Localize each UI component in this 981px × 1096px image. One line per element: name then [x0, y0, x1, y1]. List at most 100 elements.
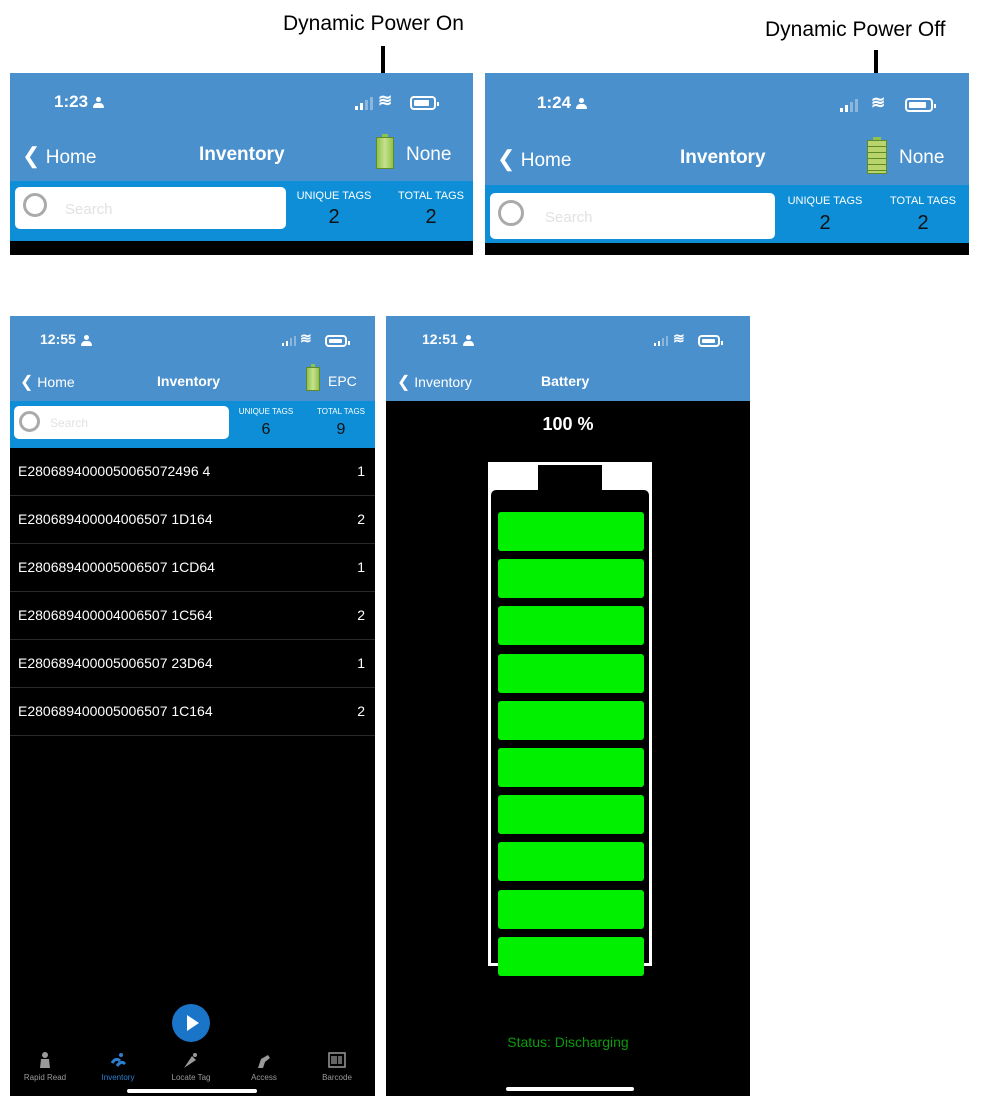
person-icon — [93, 97, 105, 109]
tab-access[interactable]: Access — [229, 1051, 299, 1082]
caption-power-on: Dynamic Power On — [283, 12, 464, 35]
tag-row[interactable]: E280689400005006507 1CD64 1 — [10, 544, 375, 592]
tag-count: 2 — [357, 511, 365, 527]
signal-icon — [654, 336, 668, 346]
tag-count: 1 — [357, 463, 365, 479]
chevron-left-icon: ❮ — [497, 146, 516, 171]
tag-epc: E280689400005006507 1C164 — [18, 703, 213, 719]
tag-row[interactable]: E280689400004006507 1D164 2 — [10, 496, 375, 544]
signal-icon — [282, 336, 296, 346]
dynamic-power-battery-icon[interactable] — [306, 364, 320, 391]
total-tags-count: 2 — [917, 212, 929, 234]
dynamic-power-off-battery-icon[interactable] — [867, 137, 887, 174]
unique-tags-count: 6 — [261, 421, 271, 438]
status-battery-icon — [905, 98, 936, 112]
memory-bank-label[interactable]: EPC — [328, 373, 357, 389]
tag-row[interactable]: E280689400005006507 1C164 2 — [10, 688, 375, 736]
tab-locate-tag[interactable]: Locate Tag — [156, 1051, 226, 1082]
back-button[interactable]: ❮ Home — [20, 372, 75, 392]
home-indicator — [506, 1087, 634, 1091]
dynamic-power-on-battery-icon[interactable] — [376, 134, 394, 169]
search-strip: Search UNIQUE TAGS TOTAL TAGS 6 9 — [10, 401, 375, 448]
screenshot-power-off: 1:24 ≋ ❮ Home Inventory None Search UNIQ… — [485, 73, 969, 255]
back-button[interactable]: ❮ Inventory — [397, 372, 472, 392]
battery-percent: 100 % — [542, 414, 594, 434]
battery-cell — [498, 700, 644, 740]
tag-epc: E2806894000050065072496 4 — [18, 463, 211, 479]
tag-row[interactable]: E280689400004006507 1C564 2 — [10, 592, 375, 640]
tab-barcode[interactable]: Barcode — [302, 1051, 372, 1082]
person-icon — [576, 98, 588, 110]
rapid-read-icon — [40, 1052, 50, 1068]
battery-body — [491, 490, 649, 976]
memory-bank-label[interactable]: None — [406, 144, 451, 166]
total-tags-count: 2 — [425, 206, 437, 228]
total-tags-label: TOTAL TAGS — [397, 190, 465, 202]
tag-count: 2 — [357, 703, 365, 719]
memory-bank-label[interactable]: None — [899, 147, 944, 169]
tag-row[interactable]: E280689400005006507 23D64 1 — [10, 640, 375, 688]
nav-bar: 12:51 ≋ ❮ Inventory Battery — [386, 316, 750, 401]
play-button[interactable] — [172, 1004, 210, 1042]
status-time: 12:55 — [40, 331, 92, 347]
search-placeholder: Search — [65, 201, 113, 218]
total-tags-label: TOTAL TAGS — [889, 195, 957, 207]
search-placeholder: Search — [50, 416, 89, 430]
search-input[interactable]: Search — [15, 187, 286, 229]
tag-epc: E280689400004006507 1C564 — [18, 607, 213, 623]
total-tags-label: TOTAL TAGS — [316, 407, 365, 416]
search-icon — [498, 200, 524, 226]
search-strip: Search UNIQUE TAGS TOTAL TAGS 2 2 — [485, 185, 969, 243]
tag-count: 1 — [357, 559, 365, 575]
chevron-left-icon: ❮ — [397, 374, 411, 391]
barcode-icon — [328, 1052, 346, 1068]
battery-graphic — [488, 462, 652, 976]
battery-terminal — [538, 465, 602, 491]
chevron-left-icon: ❮ — [20, 374, 34, 391]
search-input[interactable]: Search — [14, 406, 229, 439]
person-icon — [80, 334, 92, 346]
tag-epc: E280689400005006507 23D64 — [18, 655, 213, 671]
nav-title: Inventory — [680, 147, 766, 168]
wifi-icon: ≋ — [673, 330, 685, 346]
nav-title: Battery — [541, 373, 590, 389]
battery-cell — [498, 936, 644, 976]
battery-cell — [498, 606, 644, 646]
status-time: 1:23 — [54, 92, 105, 112]
unique-tags-label: UNIQUE TAGS — [296, 190, 372, 202]
tag-list: E2806894000050065072496 4 1 E280689400004… — [10, 448, 375, 738]
status-battery-icon — [698, 335, 723, 347]
battery-cell — [498, 653, 644, 693]
search-placeholder: Search — [545, 209, 593, 226]
signal-icon — [840, 99, 858, 112]
locate-tag-icon — [184, 1053, 197, 1068]
battery-cell — [498, 559, 644, 599]
list-area — [10, 241, 473, 255]
total-tags-count: 9 — [336, 421, 346, 438]
tab-inventory[interactable]: Inventory — [83, 1051, 153, 1082]
tag-epc: E280689400005006507 1CD64 — [18, 559, 215, 575]
back-button[interactable]: ❮ Home — [22, 143, 96, 169]
tag-count: 1 — [357, 655, 365, 671]
tab-rapid-read[interactable]: Rapid Read — [10, 1051, 80, 1082]
back-button[interactable]: ❮ Home — [497, 146, 571, 172]
nav-title: Inventory — [199, 144, 285, 165]
battery-cell — [498, 842, 644, 882]
play-icon — [187, 1015, 199, 1031]
battery-cell — [498, 748, 644, 787]
unique-tags-count: 2 — [328, 206, 340, 228]
battery-status: Status: Discharging — [507, 1034, 629, 1050]
person-icon — [462, 334, 474, 346]
nav-title: Inventory — [157, 373, 221, 389]
search-input[interactable]: Search — [490, 193, 775, 239]
search-strip: Search UNIQUE TAGS TOTAL TAGS 2 2 — [10, 181, 473, 241]
unique-tags-label: UNIQUE TAGS — [787, 195, 863, 207]
signal-icon — [355, 97, 373, 110]
wifi-icon: ≋ — [300, 330, 312, 346]
wifi-icon: ≋ — [378, 91, 393, 110]
search-icon — [23, 193, 47, 217]
tag-row[interactable]: E2806894000050065072496 4 1 — [10, 448, 375, 496]
status-battery-icon — [410, 96, 439, 110]
access-icon — [258, 1055, 270, 1068]
status-battery-icon — [325, 335, 350, 347]
